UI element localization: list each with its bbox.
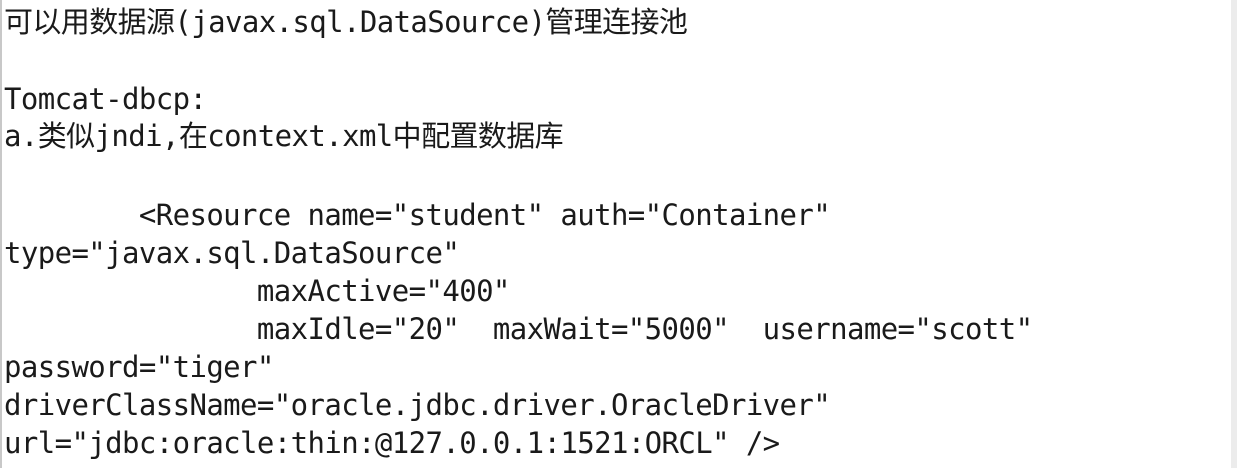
document-page: 可以用数据源(javax.sql.DataSource)管理连接池 Tomcat… <box>0 0 1237 468</box>
step-a-line: a.类似jndi,在context.xml中配置数据库 <box>4 119 564 153</box>
code-line-password: password="tiger" <box>4 350 274 384</box>
code-line-url: url="jdbc:oracle:thin:@127.0.0.1:1521:OR… <box>4 426 780 460</box>
left-border <box>0 0 2 468</box>
code-line-maxactive: maxActive="400" <box>4 274 511 308</box>
right-scroll-edge <box>1231 0 1237 468</box>
code-line-resource: <Resource name="student" auth="Container… <box>4 198 831 232</box>
heading-line-datasource: 可以用数据源(javax.sql.DataSource)管理连接池 <box>4 5 688 39</box>
code-line-driver: driverClassName="oracle.jdbc.driver.Orac… <box>4 388 831 422</box>
tomcat-dbcp-label: Tomcat-dbcp: <box>4 82 207 116</box>
code-line-maxidle: maxIdle="20" maxWait="5000" username="sc… <box>4 312 1033 346</box>
code-line-type: type="javax.sql.DataSource" <box>4 236 460 270</box>
